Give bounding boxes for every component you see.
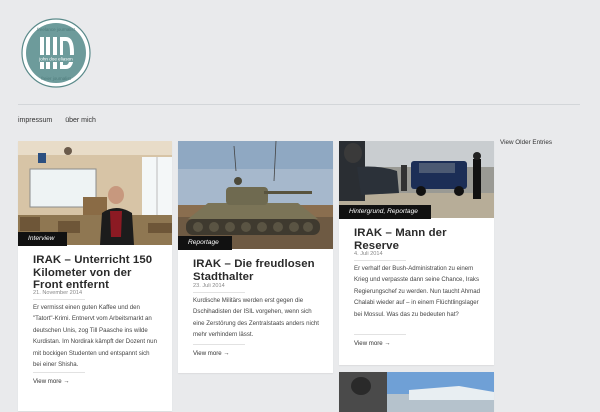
post-image-tank[interactable] [178,141,333,249]
post-card: Hintergrund, Reportage IRAK – Mann der R… [339,141,494,365]
post-date: 21. November 2014 [33,290,83,296]
header-divider [18,104,580,105]
post-divider [354,260,406,261]
post-title[interactable]: IRAK – Unterricht 150 Kilometer von der … [33,254,163,292]
post-category-badge[interactable]: Interview [18,232,68,246]
post-divider [33,299,85,300]
post-excerpt: Er vermisst einen guten Kaffee und den "… [33,304,157,369]
post-excerpt: Kurdische Militärs werden erst gegen die… [193,297,320,339]
logo-text-top: freelance journalist [37,27,76,32]
site-logo[interactable]: freelance journalist john doe eliason fr… [20,17,92,89]
post-card: Reportage IRAK – Die freudlosen Stadthal… [178,141,333,373]
view-more-link[interactable]: View more → [354,340,390,347]
post-category-badge[interactable]: Hintergrund, Reportage [339,205,431,219]
post-divider [193,344,245,345]
classroom-photo [18,141,172,245]
post-divider [33,372,85,373]
older-entries-link[interactable]: View Older Entries [500,139,552,146]
post-divider [354,334,406,335]
partial-photo [339,372,494,412]
tank-photo [178,141,333,249]
nav-item-impressum[interactable]: impressum [18,117,52,124]
view-more-link[interactable]: View more → [33,378,69,385]
post-divider [193,292,245,293]
post-title-prefix: IRAK – [33,254,71,266]
post-date: 4. Juli 2014 [354,251,383,257]
view-more-link[interactable]: View more → [193,350,229,357]
post-excerpt: Er verhalf der Bush-Administration zu ei… [354,265,481,318]
post-card: Interview IRAK – Unterricht 150 Kilomete… [18,141,172,411]
post-image-partial[interactable] [339,372,494,412]
nav-item-about[interactable]: über mich [65,117,96,124]
post-category-badge[interactable]: Reportage [178,236,232,250]
post-image-classroom[interactable] [18,141,172,245]
post-title[interactable]: IRAK – Mann der Reserve [354,227,484,252]
logo-icon: freelance journalist john doe eliason fr… [21,18,91,88]
post-date: 23. Juli 2014 [193,283,225,289]
logo-text-mid: john doe eliason [38,57,73,62]
main-nav: impressum über mich [18,117,107,124]
post-card [339,372,494,412]
post-title-prefix: IRAK – [193,258,231,270]
post-title[interactable]: IRAK – Die freudlosen Stadthalter [193,258,323,283]
logo-text-bottom: freier journalist [41,76,71,81]
post-title-prefix: IRAK – [354,227,392,239]
